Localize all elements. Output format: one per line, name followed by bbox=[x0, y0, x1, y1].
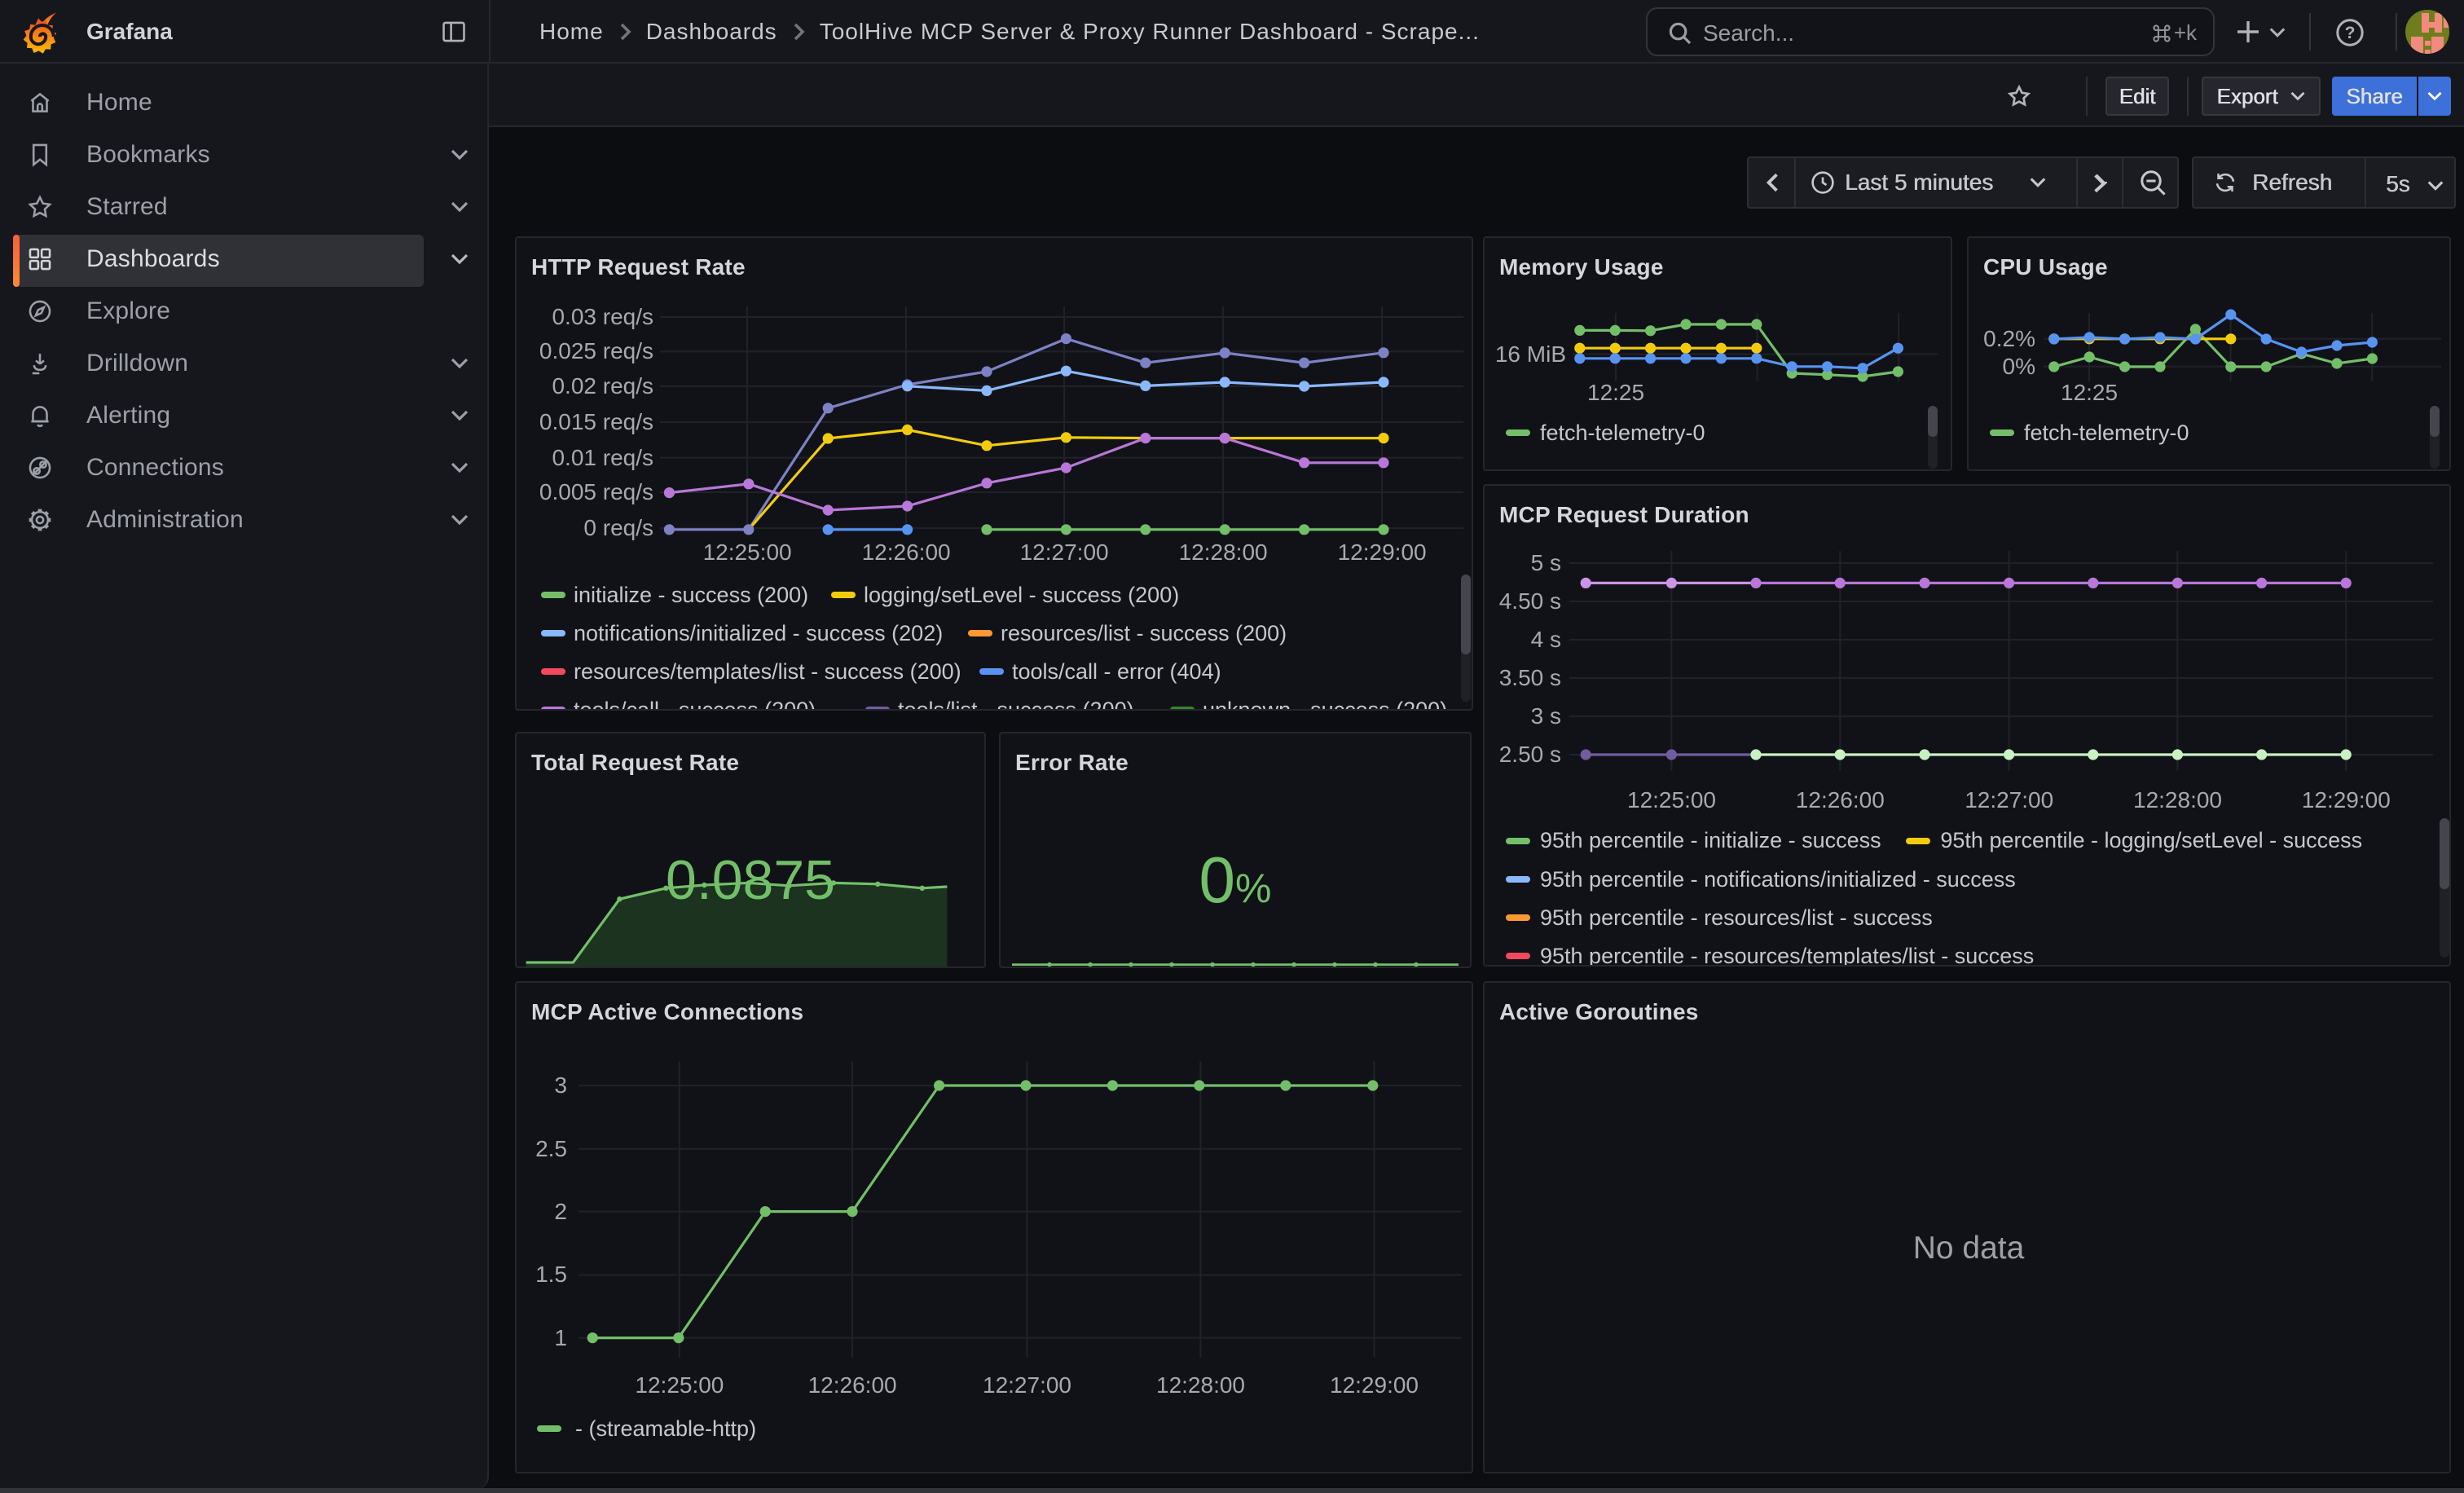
svg-text:?: ? bbox=[2345, 24, 2356, 42]
